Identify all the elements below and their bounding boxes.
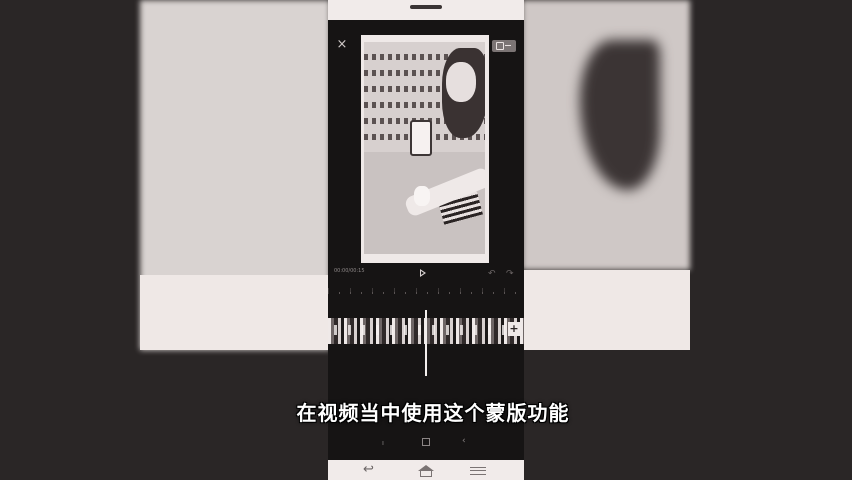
add-clip-button[interactable]: + <box>508 322 520 336</box>
menu-icon[interactable] <box>470 467 486 475</box>
home-base <box>420 471 432 477</box>
toolbar-tool-3[interactable]: ‹ <box>462 436 466 446</box>
phone-in-hand <box>410 120 432 156</box>
play-icon-inner <box>421 271 424 275</box>
face-shape <box>446 62 476 102</box>
export-button[interactable] <box>492 40 516 52</box>
background-right-band <box>522 270 690 350</box>
undo-button[interactable]: ↶ <box>488 269 496 279</box>
redo-button[interactable]: ↷ <box>506 269 514 279</box>
close-button[interactable]: × <box>336 38 348 52</box>
hand-shape <box>414 186 430 206</box>
back-icon[interactable]: ↩ <box>363 462 374 477</box>
toolbar-tool-2[interactable] <box>422 438 430 446</box>
play-button[interactable] <box>418 268 428 278</box>
system-nav-bar: ↩ <box>328 460 524 480</box>
toolbar-tool-1[interactable]: ı <box>382 439 384 447</box>
time-label: 00:00/00:15 <box>334 268 365 274</box>
video-editor: × 00:00/00:15 ↶ ↷ + ı ‹ <box>328 20 524 460</box>
timeline-ruler-dots <box>339 292 519 294</box>
subtitle-caption: 在视频当中使用这个蒙版功能 <box>296 401 570 425</box>
export-line-icon <box>505 45 511 46</box>
preview-image <box>364 42 485 254</box>
background-left-band <box>140 275 330 350</box>
phone-notch <box>410 5 442 9</box>
video-preview[interactable] <box>361 35 489 263</box>
export-icon <box>496 42 504 50</box>
playhead[interactable] <box>425 310 427 376</box>
